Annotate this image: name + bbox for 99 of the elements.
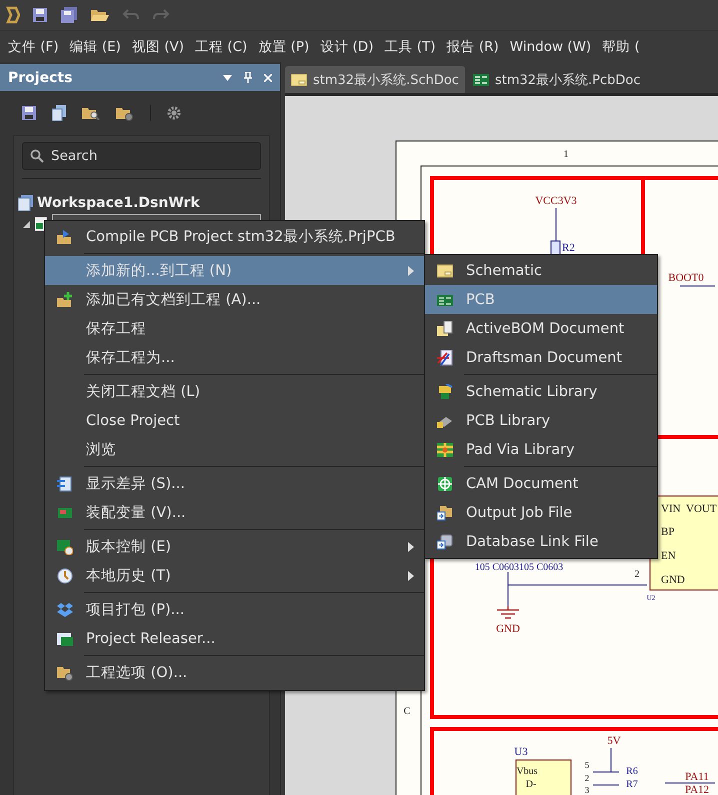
schematic-label: 1 [564,149,568,160]
pcb-icon [472,74,489,86]
wire [592,748,620,772]
schematic-library-icon [436,384,452,400]
schematic-label: D- [526,779,536,790]
output-job-icon [436,504,452,520]
menu-item[interactable]: Schematic Library [425,377,657,406]
wire [664,782,716,784]
menu-item[interactable]: PCB Library [425,406,657,435]
schematic-label: BP [661,526,674,538]
menu-item[interactable]: 编辑 (E) [70,38,121,56]
save-all-icon[interactable] [60,6,78,24]
bom-icon [436,320,452,336]
schematic-label: 5V [607,735,621,747]
menu-item[interactable]: 添加已有文档到工程 (A)... [45,285,424,314]
pin-icon[interactable] [244,72,252,83]
version-control-icon [56,538,72,554]
menu-item[interactable]: 设计 (D) [320,38,374,56]
menu-item[interactable]: CAM Document [425,469,657,498]
compare-icon [56,476,72,492]
menu-item[interactable]: 关闭工程文档 (L) [45,377,424,406]
menu-item[interactable]: Pad Via Library [425,435,657,464]
release-icon [56,630,72,646]
documents-icon[interactable] [52,105,66,121]
menu-item[interactable]: 版本控制 (E) [45,532,424,561]
menu-item[interactable]: Schematic [425,256,657,285]
menu-item[interactable]: Window (W) [510,38,592,54]
schematic-label: R7 [626,779,638,790]
schematic-icon [436,262,452,278]
schematic-label: C [404,706,410,717]
menu-item[interactable]: 本地历史 (T) [45,561,424,590]
menu-item[interactable]: 工程选项 (O)... [45,658,424,687]
schematic-label: VCC3V3 [535,195,577,207]
schematic-label: PA11 [685,771,709,783]
menu-item[interactable]: 帮助 ( [602,38,640,56]
menu-item[interactable]: 保存工程 [45,314,424,343]
menu-item[interactable]: 保存工程为... [45,343,424,372]
cam-icon [436,476,452,492]
wire [592,784,620,786]
schematic-label: 2 [584,773,590,783]
schematic-label: R2 [562,242,575,254]
ground-symbol [496,605,520,619]
menu-item[interactable]: 浏览 [45,435,424,464]
save-icon[interactable] [32,7,48,23]
folder-gear-icon[interactable] [116,106,134,120]
search-icon [30,149,44,163]
schematic-label: EN [661,550,676,562]
schematic-icon [291,74,307,86]
menu-item[interactable]: Database Link File [425,527,657,556]
menu-item[interactable]: Project Releaser... [45,624,424,653]
schematic-label: BOOT0 [668,272,704,284]
menu-item[interactable]: 报告 (R) [446,38,499,56]
menu-item[interactable]: 装配变量 (V)... [45,498,424,527]
expanded-arrow-icon[interactable] [23,220,30,228]
schematic-label: VIN [661,503,681,515]
save-icon[interactable] [22,106,36,120]
menu-item[interactable]: Close Project [45,406,424,435]
schematic-label: 3 [584,785,590,795]
schematic-label: 5 [584,760,590,770]
clock-icon [56,568,72,584]
dropdown-icon[interactable] [223,74,232,80]
folder-gear-icon [56,664,72,680]
menu-item[interactable]: Compile PCB Project stm32最小系统.PrjPCB [45,222,424,251]
workspace-icon [18,195,34,211]
menu-item[interactable]: 显示差异 (S)... [45,469,424,498]
schematic-label: U3 [514,746,528,758]
database-icon [436,534,452,550]
ic-body [516,760,572,795]
draftsman-icon [436,350,452,366]
close-icon[interactable] [264,74,272,82]
menu-item[interactable]: 工程 (C) [195,38,248,56]
schematic-label: R6 [626,766,638,777]
settings-icon[interactable] [167,106,181,120]
schematic-label: 105 C0603105 C0603 [474,562,564,573]
menu-item[interactable]: 放置 (P) [258,38,310,56]
menu-item[interactable]: Output Job File [425,498,657,527]
folder-search-icon[interactable] [82,106,100,120]
schematic-label: GND [496,623,520,635]
compile-icon [56,228,72,244]
add-file-icon [56,292,72,308]
menu-item[interactable]: 工具 (T) [384,38,436,56]
document-tab[interactable]: stm32最小系统.PcbDoc [466,66,647,93]
schematic-label: 2 [634,569,640,580]
menu-item[interactable]: Draftsman Document [425,343,657,372]
schematic-label: Vbus [516,766,538,777]
package-icon [56,602,72,618]
folder-icon[interactable] [90,7,110,23]
panel-title: Projects [8,70,72,86]
menu-item[interactable]: 项目打包 (P)... [45,595,424,624]
schematic-label: GND [661,574,685,586]
menu-item[interactable]: ActiveBOM Document [425,314,657,343]
document-tab[interactable]: stm32最小系统.SchDoc [285,66,465,93]
schematic-label: PA12 [684,784,710,795]
schematic-label: VOUT [686,503,717,515]
menu-item[interactable]: 视图 (V) [132,38,184,56]
menu-item[interactable]: 文件 (F) [8,38,59,56]
tree-item[interactable]: Workspace1.DsnWrk [37,195,200,211]
pad-via-icon [436,442,452,458]
search-field[interactable]: Search [22,142,261,170]
